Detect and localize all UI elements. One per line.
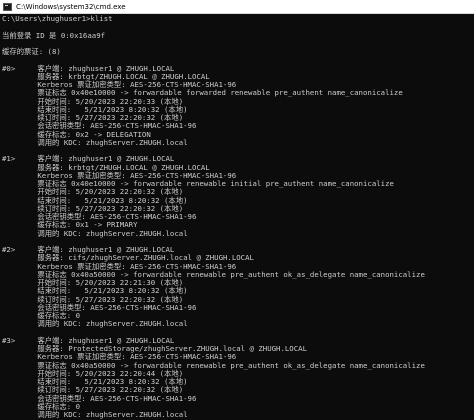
console-line: 调用的 KDC: zhughServer.ZHUGH.local bbox=[2, 228, 188, 238]
console-icon bbox=[3, 2, 12, 11]
console-scrollbar[interactable] bbox=[470, 14, 474, 420]
console-line: 调用的 KDC: zhughServer.ZHUGH.local bbox=[2, 410, 188, 419]
console-line: 当前登录 ID 是 0:0x16aa9f bbox=[2, 30, 106, 40]
cmd-window: C:\Windows\system32\cmd.exe C:\Users\zhu… bbox=[0, 0, 474, 420]
console-line: 调用的 KDC: zhughServer.ZHUGH.local bbox=[2, 137, 188, 147]
console-line: 缓存的票证: (8) bbox=[2, 47, 61, 56]
window-title: C:\Windows\system32\cmd.exe bbox=[16, 2, 126, 11]
console-line: 调用的 KDC: zhughServer.ZHUGH.local bbox=[2, 319, 188, 329]
title-bar[interactable]: C:\Windows\system32\cmd.exe bbox=[0, 0, 474, 14]
console-output[interactable]: C:\Users\zhughuser1>klist 当前登录 ID 是 0:0x1… bbox=[0, 14, 474, 420]
console-line: C:\Users\zhughuser1>klist bbox=[2, 14, 113, 23]
